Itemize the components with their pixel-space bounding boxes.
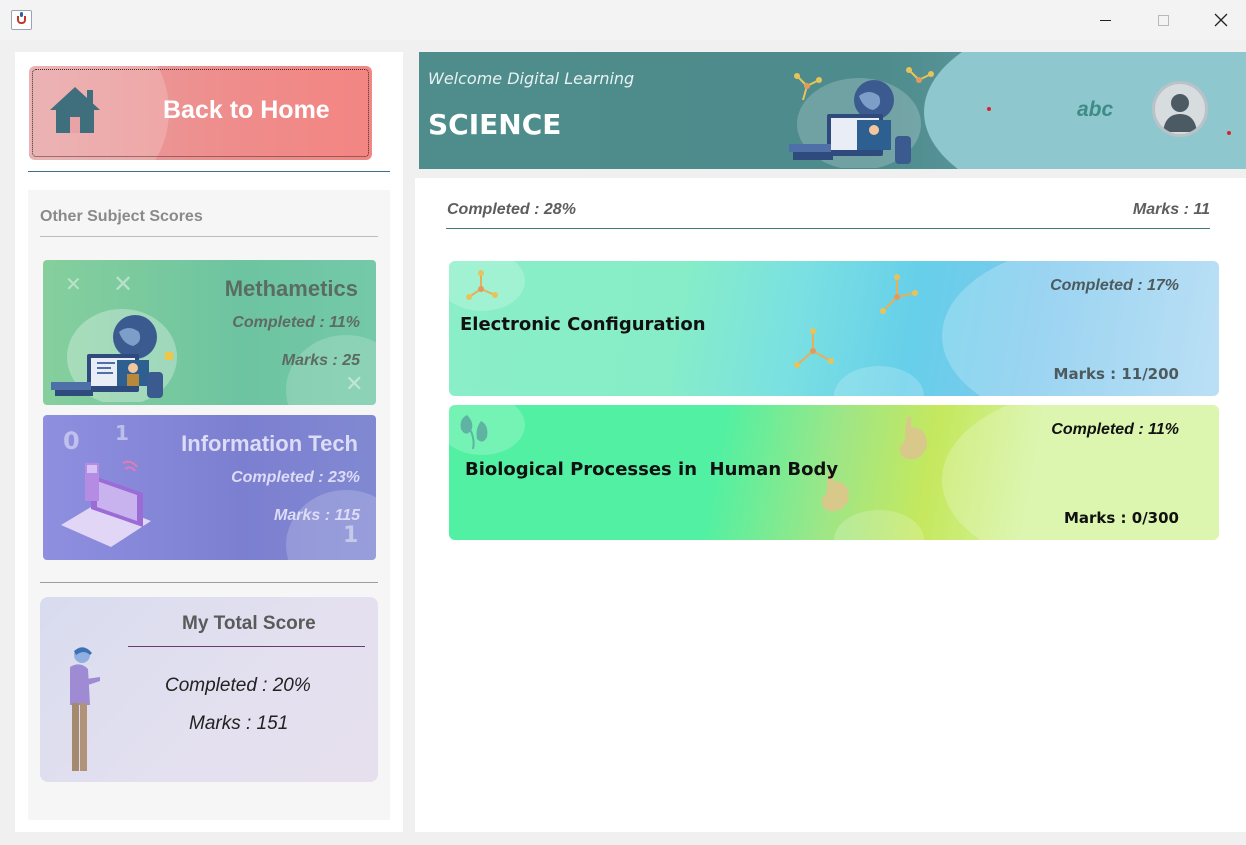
home-icon xyxy=(50,87,100,133)
divider xyxy=(40,582,378,583)
stomach-icon xyxy=(899,417,927,460)
avatar[interactable] xyxy=(1152,81,1208,137)
title-bar xyxy=(0,0,1246,40)
divider xyxy=(40,236,378,237)
subject-completed: Completed : 11% xyxy=(232,314,360,331)
sidebar-panel: Back to Home Other Subject Scores ✕ ✕ ✕ … xyxy=(15,52,403,832)
summary-completed: Completed : 28% xyxy=(447,201,576,218)
user-icon xyxy=(1163,94,1197,132)
divider xyxy=(28,171,390,172)
topic-card-biological-processes[interactable]: Biological Processes in Human Body Compl… xyxy=(449,405,1219,540)
topic-completed: Completed : 11% xyxy=(1051,421,1179,438)
total-score-card: My Total Score Completed : 20% Marks : 1… xyxy=(40,597,378,782)
topic-title: Biological Processes in Human Body xyxy=(465,459,839,480)
header-banner: Welcome Digital Learning SCIENCE abc xyxy=(419,52,1246,169)
subject-marks: Marks : 25 xyxy=(281,352,360,369)
molecule-icon xyxy=(880,274,918,314)
online-learning-illustration xyxy=(789,67,934,168)
subject-title: Information Tech xyxy=(181,431,358,456)
topic-title: Electronic Configuration xyxy=(460,314,706,335)
subject-card-information-tech[interactable]: 0 1 1 Information Tech Completed : 23% M… xyxy=(43,415,376,560)
times-icon: ✕ xyxy=(113,270,134,298)
subject-title: Methametics xyxy=(224,276,358,301)
subject-marks: Marks : 115 xyxy=(274,507,360,524)
maximize-button[interactable] xyxy=(1134,0,1192,40)
abc-decor-text: abc xyxy=(1077,98,1114,121)
online-learning-illustration xyxy=(51,309,177,402)
other-subject-scores-title: Other Subject Scores xyxy=(40,208,203,225)
back-to-home-button[interactable]: Back to Home xyxy=(29,66,372,160)
molecule-icon xyxy=(466,270,498,300)
molecule-icon xyxy=(794,328,834,368)
digit-zero-icon: 0 xyxy=(63,427,80,455)
topic-card-electronic-configuration[interactable]: Electronic Configuration Completed : 17%… xyxy=(449,261,1219,396)
topic-marks: Marks : 0/300 xyxy=(1063,509,1179,527)
divider xyxy=(446,228,1210,229)
times-icon: ✕ xyxy=(65,272,82,296)
welcome-text: Welcome Digital Learning xyxy=(428,69,635,88)
maximize-icon xyxy=(1157,14,1169,26)
summary-marks: Marks : 11 xyxy=(1132,201,1210,218)
kidney-icon xyxy=(460,415,488,450)
close-icon xyxy=(1214,13,1228,27)
java-app-icon xyxy=(11,10,32,30)
digit-one-icon: 1 xyxy=(115,421,129,445)
close-button[interactable] xyxy=(1192,0,1246,40)
total-score-title: My Total Score xyxy=(182,613,316,634)
main-content: Completed : 28% Marks : 11 Electronic Co… xyxy=(415,178,1246,832)
total-marks: Marks : 151 xyxy=(189,713,289,734)
divider xyxy=(128,646,365,647)
subject-completed: Completed : 23% xyxy=(231,469,360,486)
laptop-illustration xyxy=(61,460,151,547)
minimize-button[interactable] xyxy=(1076,0,1134,40)
total-completed: Completed : 20% xyxy=(165,675,311,696)
page-title: SCIENCE xyxy=(428,108,562,141)
subject-card-mathematics[interactable]: ✕ ✕ ✕ Methametics Completed : 11% Marks … xyxy=(43,260,376,405)
person-illustration xyxy=(70,647,100,771)
topic-completed: Completed : 17% xyxy=(1050,277,1179,294)
topic-marks: Marks : 11/200 xyxy=(1053,365,1179,383)
minimize-icon xyxy=(1099,19,1111,21)
back-to-home-label: Back to Home xyxy=(163,96,330,124)
